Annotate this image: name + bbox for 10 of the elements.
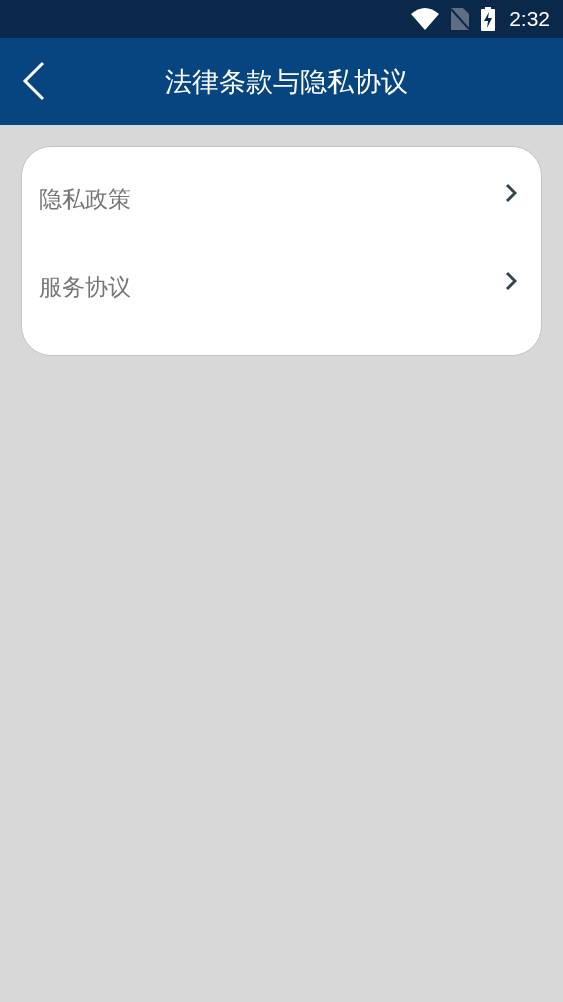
status-time: 2:32 xyxy=(509,7,550,31)
no-sim-icon xyxy=(451,8,470,30)
chevron-icon xyxy=(505,183,517,203)
page-title: 法律条款与隐私协议 xyxy=(165,64,408,99)
menu-item[interactable]: 服务协议 xyxy=(22,243,541,331)
back-icon[interactable] xyxy=(22,61,46,101)
wifi-icon xyxy=(411,8,440,30)
battery-charging-icon xyxy=(481,7,496,31)
chevron-icon xyxy=(505,271,517,291)
menu-item[interactable]: 隐私政策 xyxy=(22,155,541,243)
